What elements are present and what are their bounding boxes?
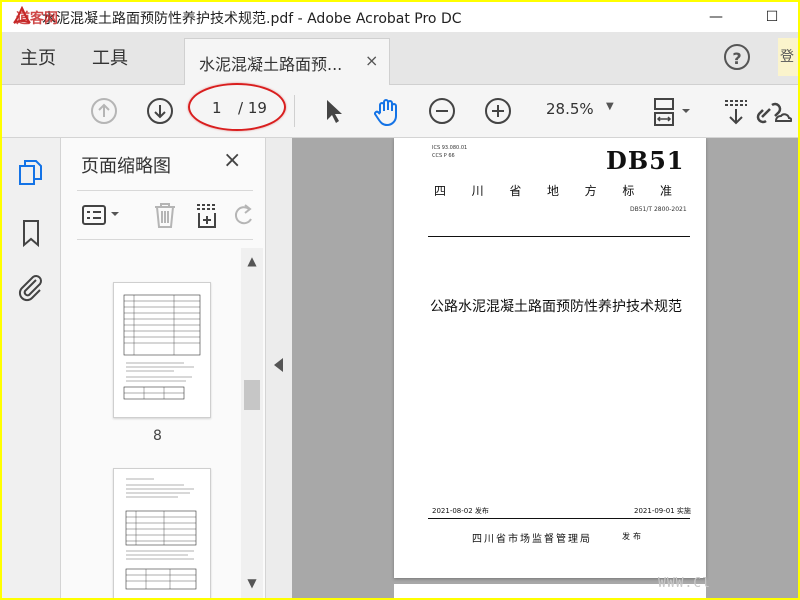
watermark-logo: 道客网 (16, 11, 58, 27)
thumbnail-options-button[interactable] (81, 203, 125, 231)
paperclip-icon (18, 275, 42, 302)
attachments-button[interactable] (16, 272, 46, 302)
hand-icon (374, 99, 397, 126)
scroll-mode-button[interactable] (722, 97, 750, 131)
ics-classification: ICS 93.080.01 CCS P 66 (432, 144, 467, 160)
header-rule (428, 236, 690, 237)
bookmark-icon (23, 220, 39, 248)
trash-icon (155, 203, 175, 228)
chevron-down-icon: ▼ (606, 101, 614, 112)
toolbar-divider (294, 95, 295, 127)
document-tab-label: 水泥混凝土路面预... (199, 55, 343, 74)
sign-in-button[interactable]: 登 (778, 38, 798, 76)
insert-page-button[interactable] (193, 201, 221, 233)
page-thumbnail[interactable] (113, 282, 211, 418)
footer-rule (428, 518, 690, 519)
tab-bar: 主页 工具 水泥混凝土路面预... × ? 登 (2, 32, 798, 85)
page-navigator[interactable]: 1 / 19 (188, 83, 286, 131)
scrolling-mode-icon (725, 100, 747, 125)
standard-number: DB51/T 2800-2021 (630, 206, 687, 213)
page-display-button[interactable] (652, 97, 692, 131)
page-thumbnails-panel: 页面缩略图 × 8 ▲ ▼ (61, 138, 265, 598)
thumbnail-preview-image (125, 478, 197, 590)
thumbnail-page-number: 8 (153, 428, 162, 444)
arrow-up-circle-icon (91, 98, 117, 124)
issue-label: 发布 (622, 532, 644, 541)
title-bar: 水泥混凝土路面预防性养护技术规范.pdf - Adobe Acrobat Pro… (2, 2, 798, 32)
page-thumbnails-button[interactable] (16, 158, 46, 188)
window-title: 水泥混凝土路面预防性养护技术规范.pdf - Adobe Acrobat Pro… (42, 11, 462, 27)
document-title: 公路水泥混凝土路面预防性养护技术规范 (430, 299, 682, 315)
tab-home[interactable]: 主页 (20, 44, 56, 70)
minimize-button[interactable]: — (702, 6, 730, 28)
previous-page-button[interactable] (90, 97, 118, 129)
main-toolbar: 1 / 19 28.5% ▼ (2, 83, 798, 138)
maximize-button[interactable]: ☐ (758, 6, 786, 28)
province-standard-heading: 四川省地方标准 (434, 184, 684, 198)
collapse-panel-arrow-icon[interactable] (274, 358, 283, 372)
pdf-page: ICS 93.080.01 CCS P 66 DB51 四川省地方标准 DB51… (394, 138, 706, 578)
insert-pages-icon (197, 204, 217, 228)
select-tool-button[interactable] (322, 97, 346, 129)
options-menu-icon (82, 205, 119, 225)
zoom-level-value: 28.5% (546, 100, 594, 118)
acrobat-window: 水泥混凝土路面预防性养护技术规范.pdf - Adobe Acrobat Pro… (2, 2, 798, 598)
hand-tool-button[interactable] (372, 97, 402, 131)
rotate-icon (234, 204, 252, 225)
current-page-input[interactable]: 1 (212, 99, 222, 117)
navigation-rail (2, 138, 61, 598)
link-icon (756, 102, 793, 124)
next-page-button[interactable] (146, 97, 174, 129)
document-view[interactable]: ICS 93.080.01 CCS P 66 DB51 四川省地方标准 DB51… (292, 138, 798, 598)
arrow-down-circle-icon (147, 98, 173, 124)
publish-date: 2021-08-02 发布 (432, 507, 489, 515)
tab-tools[interactable]: 工具 (92, 44, 128, 70)
ics-code: ICS 93.080.01 (432, 145, 468, 151)
bookmarks-button[interactable] (16, 218, 46, 248)
close-panel-button[interactable]: × (223, 148, 241, 173)
watermark-url: WWW.Cl (658, 576, 711, 591)
zoom-in-button[interactable] (484, 97, 512, 129)
issuing-authority: 四川省市场监督管理局 (472, 534, 592, 545)
panel-toolbar (77, 190, 253, 240)
implement-date: 2021-09-01 实施 (634, 507, 691, 515)
zoom-out-icon (429, 98, 455, 124)
total-pages-label: / 19 (238, 99, 267, 117)
zoom-out-button[interactable] (428, 97, 456, 129)
zoom-level-dropdown[interactable]: 28.5% ▼ (536, 97, 622, 123)
panel-title: 页面缩略图 (81, 156, 171, 177)
zoom-in-icon (485, 98, 511, 124)
panel-splitter[interactable] (265, 138, 292, 598)
scroll-down-arrow-icon[interactable]: ▼ (243, 574, 261, 592)
thumbnail-scrollbar[interactable]: ▲ ▼ (241, 248, 263, 598)
scrollbar-thumb[interactable] (244, 380, 260, 410)
thumbnail-preview-image (123, 294, 201, 400)
share-link-button[interactable] (756, 97, 793, 131)
scroll-up-arrow-icon[interactable]: ▲ (243, 252, 261, 270)
page-thumbnails-icon (19, 160, 42, 185)
help-button[interactable]: ? (724, 44, 750, 70)
red-highlight-circle (188, 83, 286, 131)
delete-page-button[interactable] (151, 201, 179, 233)
cursor-arrow-icon (327, 100, 342, 123)
ccs-code: CCS P 66 (432, 153, 455, 159)
standard-code: DB51 (606, 146, 685, 175)
rotate-page-button[interactable] (233, 201, 255, 233)
tab-document[interactable]: 水泥混凝土路面预... × (184, 38, 390, 85)
close-tab-button[interactable]: × (365, 51, 378, 70)
fit-page-icon (654, 98, 690, 126)
page-thumbnail[interactable] (113, 468, 211, 598)
